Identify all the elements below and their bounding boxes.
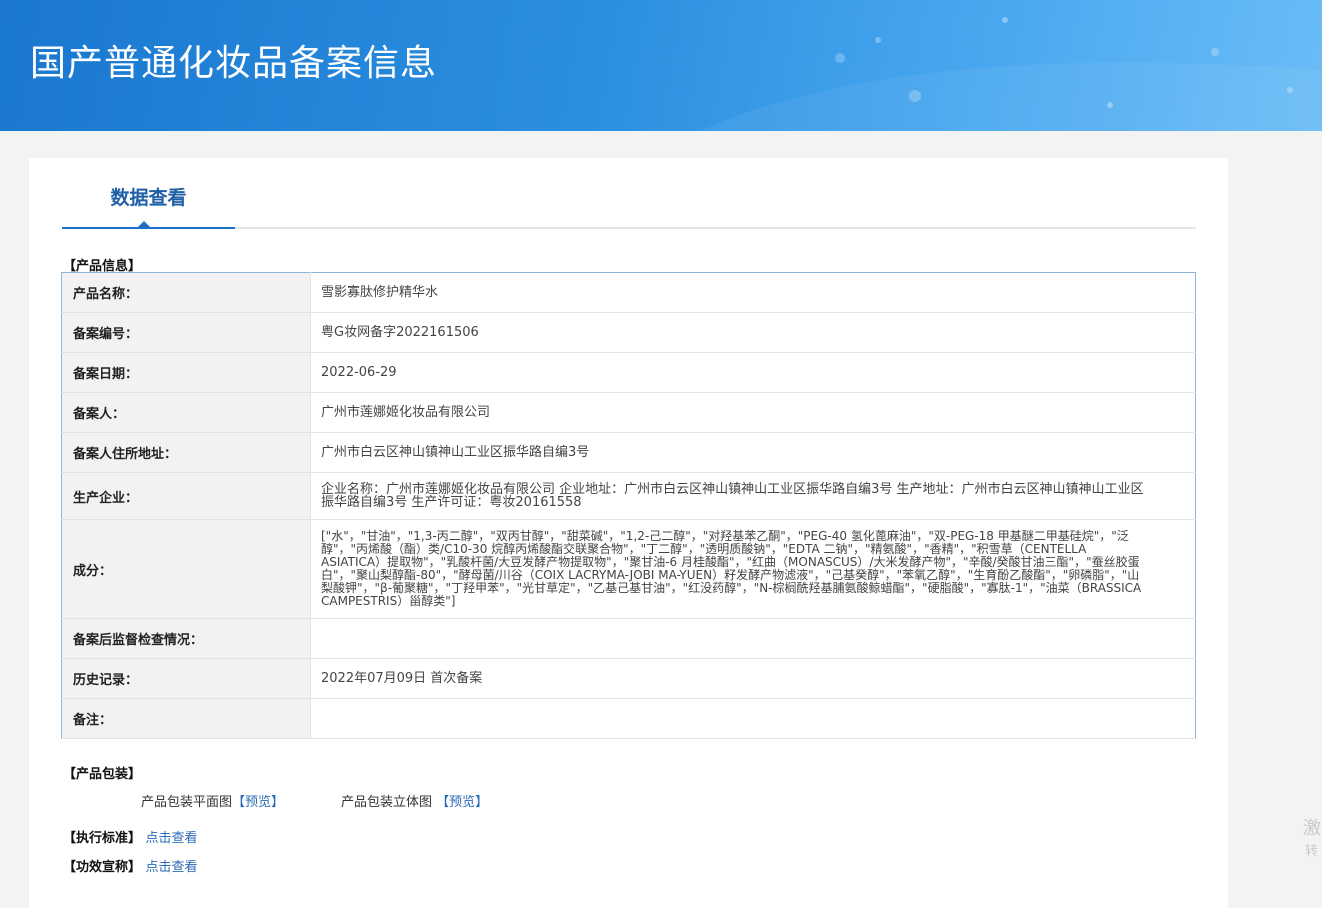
packaging-heading: 【产品包装】 — [63, 767, 142, 782]
packaging-solid-preview-link[interactable]: 【预览】 — [436, 795, 488, 810]
table-row: 生产企业： 企业名称：广州市莲娜姬化妆品有限公司 企业地址：广州市白云区神山镇神… — [61, 472, 1196, 520]
table-row: 成分： ["水"，"甘油"，"1,3-丙二醇"，"双丙甘醇"，"甜菜碱"，"1,… — [61, 519, 1196, 619]
efficacy-label: 【功效宣称】 — [63, 860, 142, 875]
tab-bar: 数据查看 — [62, 181, 1196, 229]
packaging-flat-preview-link[interactable]: 【预览】 — [232, 795, 284, 810]
row-value-product-name: 雪影寡肽修护精华水 — [310, 272, 1196, 313]
side-watermark-line1: 激 — [1303, 818, 1321, 839]
standard-row: 【执行标准】 点击查看 — [63, 827, 198, 846]
table-row: 备案编号： 粤G妆网备字2022161506 — [61, 312, 1196, 353]
row-key-filing-number: 备案编号： — [61, 312, 311, 353]
row-value-filer-address: 广州市白云区神山镇神山工业区振华路自编3号 — [310, 432, 1196, 473]
standard-label: 【执行标准】 — [63, 831, 142, 846]
row-key-product-name: 产品名称： — [61, 272, 311, 313]
table-row: 备案人住所地址： 广州市白云区神山镇神山工业区振华路自编3号 — [61, 432, 1196, 473]
row-value-filer: 广州市莲娜姬化妆品有限公司 — [310, 392, 1196, 433]
row-value-filing-date: 2022-06-29 — [310, 352, 1196, 393]
row-value-remarks — [310, 698, 1196, 739]
packaging-solid-label: 产品包装立体图 — [341, 795, 433, 810]
efficacy-row: 【功效宣称】 点击查看 — [63, 856, 198, 875]
row-key-ingredients: 成分： — [61, 519, 311, 619]
table-row: 备案后监督检查情况： — [61, 618, 1196, 659]
row-key-post-inspection: 备案后监督检查情况： — [61, 618, 311, 659]
table-row: 备注： — [61, 698, 1196, 739]
side-watermark-line2: 转 — [1305, 844, 1319, 859]
row-key-history: 历史记录： — [61, 658, 311, 699]
efficacy-view-link[interactable]: 点击查看 — [146, 860, 198, 875]
product-info-table: 产品名称： 雪影寡肽修护精华水 备案编号： 粤G妆网备字2022161506 备… — [61, 272, 1196, 739]
row-key-filer: 备案人： — [61, 392, 311, 433]
row-key-filing-date: 备案日期： — [61, 352, 311, 393]
page-title: 国产普通化妆品备案信息 — [30, 43, 438, 84]
table-row: 产品名称： 雪影寡肽修护精华水 — [61, 272, 1196, 313]
table-row: 备案日期： 2022-06-29 — [61, 352, 1196, 393]
packaging-flat-item: 产品包装平面图【预览】 — [141, 791, 284, 810]
row-value-post-inspection — [310, 618, 1196, 659]
standard-view-link[interactable]: 点击查看 — [146, 831, 198, 846]
row-value-history: 2022年07月09日 首次备案 — [310, 658, 1196, 699]
row-value-manufacturer: 企业名称：广州市莲娜姬化妆品有限公司 企业地址：广州市白云区神山镇神山工业区振华… — [310, 472, 1196, 520]
row-value-filing-number: 粤G妆网备字2022161506 — [310, 312, 1196, 353]
row-key-filer-address: 备案人住所地址： — [61, 432, 311, 473]
header-banner: 国产普通化妆品备案信息 — [0, 0, 1322, 131]
row-key-manufacturer: 生产企业： — [61, 472, 311, 520]
content-panel: 数据查看 【产品信息】 产品名称： 雪影寡肽修护精华水 备案编号： 粤G妆网备字… — [29, 158, 1228, 908]
tab-active-caret-icon — [138, 221, 150, 227]
table-row: 备案人： 广州市莲娜姬化妆品有限公司 — [61, 392, 1196, 433]
row-key-remarks: 备注： — [61, 698, 311, 739]
packaging-flat-label: 产品包装平面图 — [141, 795, 233, 810]
table-row: 历史记录： 2022年07月09日 首次备案 — [61, 658, 1196, 699]
row-value-ingredients: ["水"，"甘油"，"1,3-丙二醇"，"双丙甘醇"，"甜菜碱"，"1,2-己二… — [310, 519, 1196, 619]
packaging-solid-item: 产品包装立体图 【预览】 — [341, 791, 488, 810]
